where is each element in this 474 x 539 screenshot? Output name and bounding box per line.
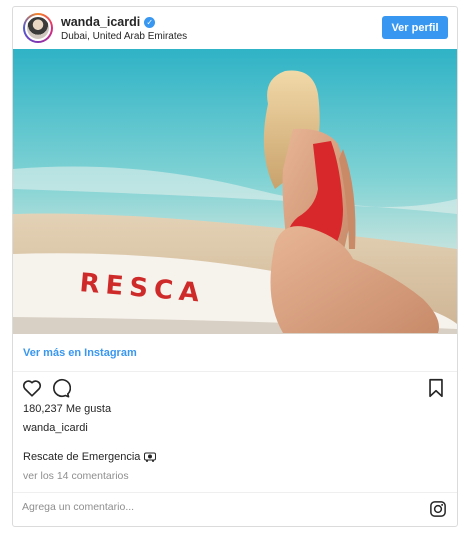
- post-actions: [13, 373, 457, 401]
- view-profile-button[interactable]: Ver perfil: [382, 16, 448, 39]
- post-photo[interactable]: RESCA: [13, 49, 457, 334]
- username-link[interactable]: wanda_icardi: [61, 15, 140, 29]
- post-header: wanda_icardi ✓ Dubai, United Arab Emirat…: [13, 7, 457, 49]
- comment-input[interactable]: Agrega un comentario...: [22, 501, 134, 513]
- ambulance-emoji-icon: [144, 452, 157, 462]
- likes-count[interactable]: 180,237 Me gusta: [23, 403, 111, 415]
- location-link[interactable]: Dubai, United Arab Emirates: [61, 31, 187, 42]
- caption-text: Rescate de Emergencia: [23, 451, 141, 463]
- view-all-comments-link[interactable]: ver los 14 comentarios: [23, 470, 129, 482]
- caption-username[interactable]: wanda_icardi: [23, 422, 88, 434]
- instagram-embed-card: wanda_icardi ✓ Dubai, United Arab Emirat…: [12, 6, 458, 527]
- user-block: wanda_icardi ✓ Dubai, United Arab Emirat…: [61, 15, 187, 42]
- comment-bar: Agrega un comentario...: [13, 492, 457, 526]
- bookmark-icon[interactable]: [425, 377, 447, 399]
- beach-photo-image: RESCA: [13, 49, 457, 334]
- avatar[interactable]: [23, 13, 53, 43]
- verified-check-icon: ✓: [144, 16, 156, 28]
- heart-icon[interactable]: [21, 377, 43, 399]
- caption: Rescate de Emergencia: [23, 451, 157, 463]
- instagram-logo-icon[interactable]: [429, 500, 447, 518]
- view-more-on-instagram-link[interactable]: Ver más en Instagram: [13, 334, 457, 372]
- comment-icon[interactable]: [49, 377, 72, 399]
